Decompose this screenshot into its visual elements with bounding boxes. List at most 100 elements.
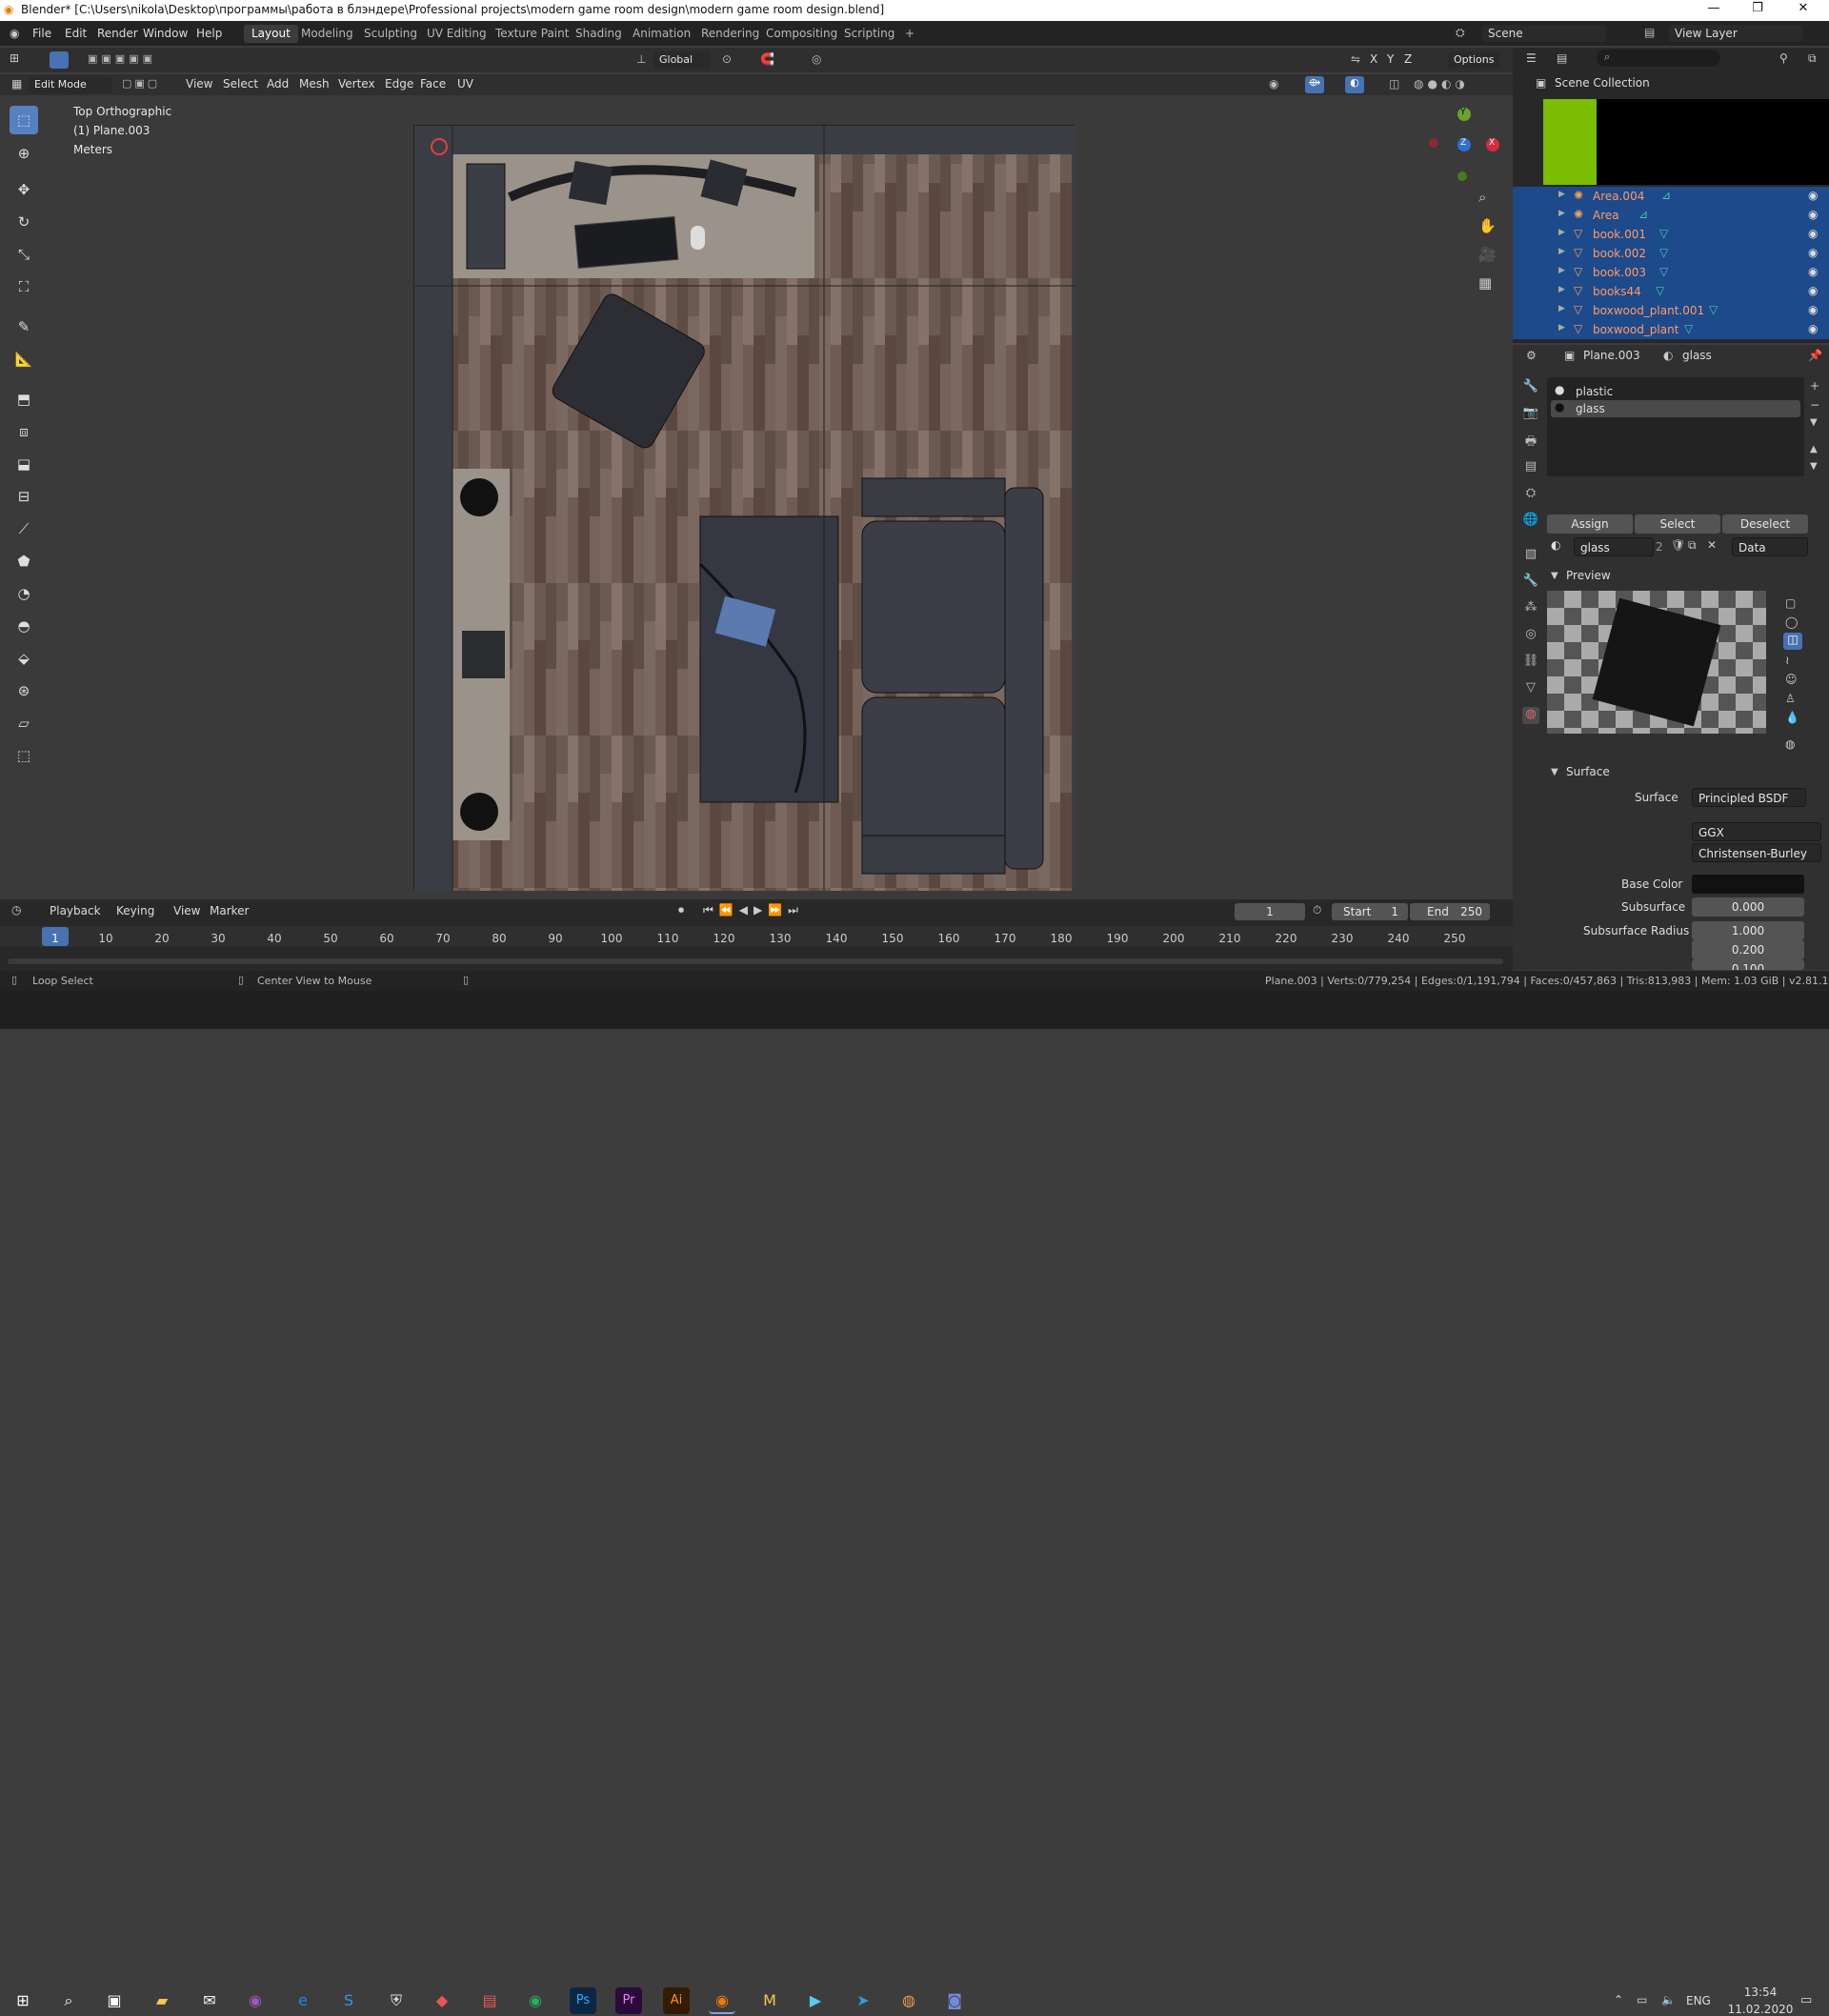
- menu-view[interactable]: View: [186, 77, 212, 91]
- tab-animation[interactable]: Animation: [625, 25, 698, 43]
- particles-tab-icon[interactable]: ⁂: [1522, 600, 1539, 617]
- app-document-icon[interactable]: ▤: [476, 1987, 503, 2014]
- select-tool-icon[interactable]: ⬚: [10, 106, 38, 134]
- preview-panel-title[interactable]: Preview: [1566, 569, 1611, 582]
- preview-sphere-icon[interactable]: ◯: [1785, 615, 1798, 629]
- overlay-toggle-icon[interactable]: ◐: [1345, 76, 1364, 93]
- expand-icon[interactable]: ▶: [1558, 209, 1565, 218]
- filter-icon[interactable]: ⚲: [1779, 51, 1788, 65]
- extrude-tool-icon[interactable]: ⬒: [10, 385, 38, 413]
- scene-selector[interactable]: Scene: [1482, 25, 1606, 42]
- mirror-z-toggle[interactable]: Z: [1404, 52, 1412, 66]
- maximize-button[interactable]: ❐: [1736, 1, 1779, 15]
- subsurface-radius-z[interactable]: 0.100: [1692, 959, 1804, 970]
- end-frame-field[interactable]: End 250: [1410, 903, 1490, 920]
- surface-panel-title[interactable]: Surface: [1566, 765, 1610, 778]
- snap-icon[interactable]: 🧲: [760, 52, 774, 66]
- visibility-icon[interactable]: ◉: [1269, 77, 1278, 91]
- app-green-icon[interactable]: ◉: [522, 1987, 549, 2014]
- output-tab-icon[interactable]: 🖶: [1522, 433, 1539, 450]
- clock-date[interactable]: 11.02.2020: [1724, 2003, 1797, 2016]
- timeline-scrollbar[interactable]: [8, 958, 1503, 964]
- outliner-item[interactable]: ▶ ✺ Area ⊿ ◉: [1513, 206, 1829, 225]
- material-name-field[interactable]: glass: [1574, 537, 1654, 556]
- world-tab-icon[interactable]: 🌐: [1522, 513, 1539, 530]
- options-dropdown[interactable]: Options: [1448, 51, 1500, 69]
- poly-build-tool-icon[interactable]: ⬟: [10, 547, 38, 575]
- room-floorplan[interactable]: [413, 125, 1075, 891]
- scene-tab-icon[interactable]: ⛭: [1522, 486, 1539, 503]
- deselect-button[interactable]: Deselect: [1722, 514, 1808, 534]
- spin-tool-icon[interactable]: ◔: [10, 579, 38, 608]
- language-indicator[interactable]: ENG: [1686, 1994, 1711, 2007]
- expand-icon[interactable]: ▶: [1558, 285, 1565, 294]
- shear-tool-icon[interactable]: ▱: [10, 709, 38, 737]
- app-circle-icon[interactable]: ◉: [242, 1987, 269, 2014]
- marker-menu[interactable]: Marker: [210, 904, 249, 917]
- expand-icon[interactable]: ▶: [1558, 190, 1565, 199]
- move-tool-icon[interactable]: ✥: [10, 175, 38, 204]
- mirror-y-toggle[interactable]: Y: [1387, 52, 1394, 66]
- camera-view-icon[interactable]: 🎥: [1478, 246, 1497, 263]
- minimize-button[interactable]: —: [1692, 1, 1736, 15]
- app-m-icon[interactable]: M: [756, 1987, 783, 2014]
- subsurface-method-dropdown[interactable]: Christensen-Burley: [1692, 843, 1821, 862]
- outliner-item[interactable]: ▶ ▽ book.001 ▽ ◉: [1513, 225, 1829, 244]
- eye-icon[interactable]: ◉: [1808, 284, 1818, 297]
- app-s-icon[interactable]: S: [335, 1987, 362, 2014]
- editor-type-icon[interactable]: ⊞: [10, 51, 19, 65]
- eye-icon[interactable]: ◉: [1808, 227, 1818, 240]
- fake-user-icon[interactable]: 🛡: [1671, 538, 1685, 552]
- task-view-icon[interactable]: ▣: [101, 1987, 128, 2014]
- remove-slot-icon[interactable]: −: [1810, 398, 1819, 412]
- close-button[interactable]: ✕: [1781, 1, 1825, 15]
- pin-icon[interactable]: 📌: [1808, 349, 1822, 362]
- rip-tool-icon[interactable]: ⬚: [10, 741, 38, 770]
- eye-icon[interactable]: ◉: [1808, 246, 1818, 259]
- menu-edge[interactable]: Edge: [385, 77, 413, 91]
- start-frame-field[interactable]: Start 1: [1332, 903, 1408, 920]
- new-collection-icon[interactable]: ⧉: [1808, 51, 1817, 66]
- properties-editor-icon[interactable]: ⚙: [1526, 349, 1537, 362]
- menu-help[interactable]: Help: [196, 27, 222, 40]
- annotate-tool-icon[interactable]: ✎: [10, 312, 38, 341]
- pan-hand-icon[interactable]: ✋: [1478, 217, 1497, 234]
- knife-tool-icon[interactable]: ⟋: [10, 514, 38, 543]
- outliner-item[interactable]: ▶ ▽ boxwood_plant ▽ ◉: [1513, 320, 1829, 339]
- tab-compositing[interactable]: Compositing: [758, 25, 845, 43]
- smooth-tool-icon[interactable]: ◓: [10, 612, 38, 640]
- shrink-fatten-tool-icon[interactable]: ⊛: [10, 676, 38, 705]
- file-explorer-icon[interactable]: ▰: [149, 1987, 175, 2014]
- notifications-icon[interactable]: ▭: [1800, 1993, 1812, 2007]
- timeline-editor-icon[interactable]: ◷: [11, 903, 21, 917]
- menu-select[interactable]: Select: [223, 77, 258, 91]
- loop-cut-tool-icon[interactable]: ⊟: [10, 482, 38, 511]
- outliner-item[interactable]: ▶ ▽ boxwood_plant.001 ▽ ◉: [1513, 301, 1829, 320]
- tab-modeling[interactable]: Modeling: [293, 25, 361, 43]
- display-mode-icon[interactable]: ▤: [1557, 51, 1567, 65]
- measure-tool-icon[interactable]: 📐: [10, 345, 38, 373]
- modifier-tab-icon[interactable]: 🔧: [1522, 574, 1539, 591]
- tab-shading[interactable]: Shading: [568, 25, 630, 43]
- base-color-swatch[interactable]: [1692, 875, 1804, 894]
- windows-start-icon[interactable]: ⊞: [10, 1987, 36, 2014]
- ortho-grid-icon[interactable]: ▦: [1478, 274, 1492, 292]
- preview-collapse-icon[interactable]: ▼: [1551, 571, 1558, 581]
- render-tab-icon[interactable]: 📷: [1522, 406, 1539, 423]
- tab-uv-editing[interactable]: UV Editing: [419, 25, 494, 43]
- menu-render[interactable]: Render: [97, 27, 138, 40]
- outliner-item[interactable]: ▶ ▽ book.002 ▽ ◉: [1513, 244, 1829, 263]
- current-frame-field[interactable]: 1: [1235, 903, 1305, 920]
- expand-icon[interactable]: ▶: [1558, 247, 1565, 256]
- material-slot-selected[interactable]: ● glass: [1551, 400, 1800, 417]
- rotate-tool-icon[interactable]: ↻: [10, 208, 38, 236]
- outliner-item[interactable]: ▶ ▽ book.003 ▽ ◉: [1513, 263, 1829, 282]
- eye-icon[interactable]: ◉: [1808, 322, 1818, 335]
- slot-specials-icon[interactable]: ▼: [1810, 417, 1818, 428]
- material-tab-icon[interactable]: ◍: [1522, 707, 1539, 724]
- shading-mode-icons[interactable]: ◍●◐◑: [1414, 77, 1469, 91]
- tool-tab-icon[interactable]: 🔧: [1522, 379, 1539, 396]
- tab-sculpting[interactable]: Sculpting: [356, 25, 425, 43]
- edge-browser-icon[interactable]: e: [290, 1987, 316, 2014]
- menu-window[interactable]: Window: [143, 27, 188, 40]
